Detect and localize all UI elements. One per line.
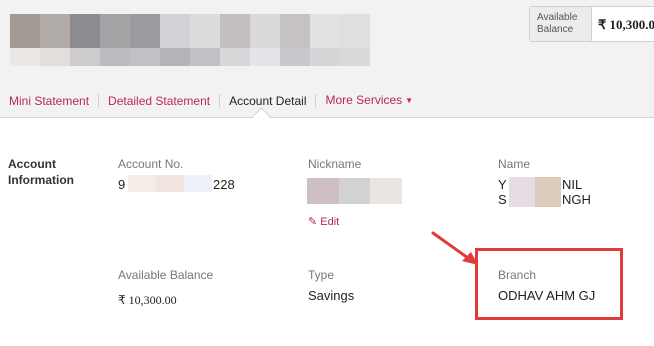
name-line2-prefix: S [498,192,507,207]
available-balance-field-value: ₹ 10,300.00 [118,293,177,307]
name-line1-suffix: NIL [562,177,583,192]
tab-account-detail[interactable]: Account Detail [220,94,317,108]
tab-more-services[interactable]: More Services ▼ [316,93,422,109]
account-header: Available Balance ₹ 10,300.00 Mini State… [0,0,654,118]
name-line2-suffix: NGH [562,192,591,207]
tab-mini-statement[interactable]: Mini Statement [0,94,100,108]
masked-nickname [307,178,403,204]
masked-account-digits [128,175,212,192]
available-balance-label: Available Balance [530,7,592,41]
nickname-label: Nickname [308,157,362,171]
annotation-arrow-icon [431,231,478,265]
masked-name [509,177,561,207]
account-no-suffix: 228 [213,177,235,192]
available-balance-value: ₹ 10,300.00 [598,17,654,32]
edit-nickname-link[interactable]: ✎ Edit [308,215,339,228]
caret-down-icon: ▼ [405,96,414,105]
account-no-prefix: 9 [118,177,126,192]
pencil-icon: ✎ [308,216,318,228]
available-balance-box: Available Balance ₹ 10,300.00 [529,6,654,42]
account-no-label: Account No. [118,157,184,171]
available-balance-field-label: Available Balance [118,268,214,282]
tab-more-services-label: More Services [325,93,403,107]
account-tabs: Mini Statement Detailed Statement Accoun… [0,92,422,110]
edit-label: Edit [320,216,340,228]
type-label: Type [308,268,335,282]
blurred-account-banner [10,14,370,66]
tab-detailed-statement[interactable]: Detailed Statement [99,94,221,108]
branch-highlight-box [475,248,623,320]
name-line1-prefix: Y [498,177,507,192]
section-title: Account Information [8,157,74,187]
name-label: Name [498,157,531,171]
type-value: Savings [308,288,355,303]
